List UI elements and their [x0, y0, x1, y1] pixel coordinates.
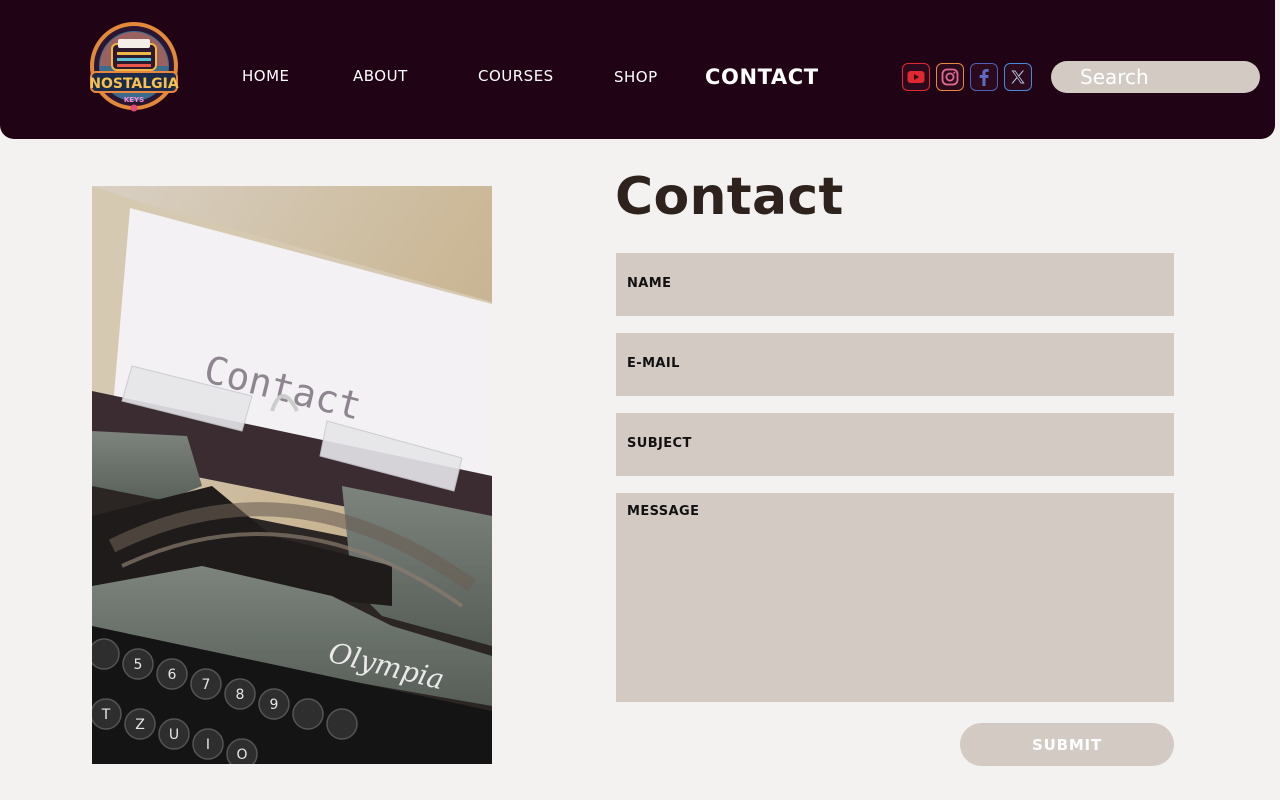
submit-button[interactable]: SUBMIT	[960, 723, 1174, 766]
search-input[interactable]	[1051, 61, 1260, 93]
nav-shop[interactable]: SHOP	[614, 68, 658, 86]
key-label: 8	[236, 687, 245, 703]
key-label: Z	[135, 717, 145, 733]
name-field[interactable]: NAME	[616, 253, 1174, 316]
key-label: O	[236, 747, 247, 763]
nostalgia-keys-logo[interactable]: NOSTALGIA KEYS	[86, 22, 182, 112]
instagram-icon[interactable]	[936, 63, 964, 91]
key-label: 7	[202, 677, 211, 693]
key-label: 5	[134, 657, 143, 673]
name-field-label: NAME	[627, 276, 672, 291]
message-field-label: MESSAGE	[627, 504, 700, 519]
facebook-icon[interactable]	[970, 63, 998, 91]
subject-field[interactable]: SUBJECT	[616, 413, 1174, 476]
youtube-icon[interactable]	[902, 63, 930, 91]
key-label: I	[206, 737, 210, 753]
site-header: NOSTALGIA KEYS HOME ABOUT COURSES SHOP C…	[0, 0, 1275, 139]
email-field-label: E-MAIL	[627, 356, 680, 371]
key-label: 9	[270, 697, 279, 713]
subject-field-label: SUBJECT	[627, 436, 692, 451]
logo-wordmark: NOSTALGIA	[89, 76, 179, 92]
email-field[interactable]: E-MAIL	[616, 333, 1174, 396]
key-label: 6	[168, 667, 177, 683]
key-label: U	[169, 727, 179, 743]
key-label: T	[101, 707, 111, 723]
nav-about[interactable]: ABOUT	[353, 67, 408, 85]
nav-contact[interactable]: CONTACT	[705, 65, 819, 89]
x-icon[interactable]	[1004, 63, 1032, 91]
logo-subtext: KEYS	[124, 96, 144, 104]
nav-home[interactable]: HOME	[242, 67, 290, 85]
message-field[interactable]: MESSAGE	[616, 493, 1174, 702]
nav-courses[interactable]: COURSES	[478, 67, 554, 85]
typewriter-photo: Contact Olympia 5 6 7 8 9 T Z U I O	[92, 186, 492, 764]
page-title: Contact	[615, 167, 844, 227]
